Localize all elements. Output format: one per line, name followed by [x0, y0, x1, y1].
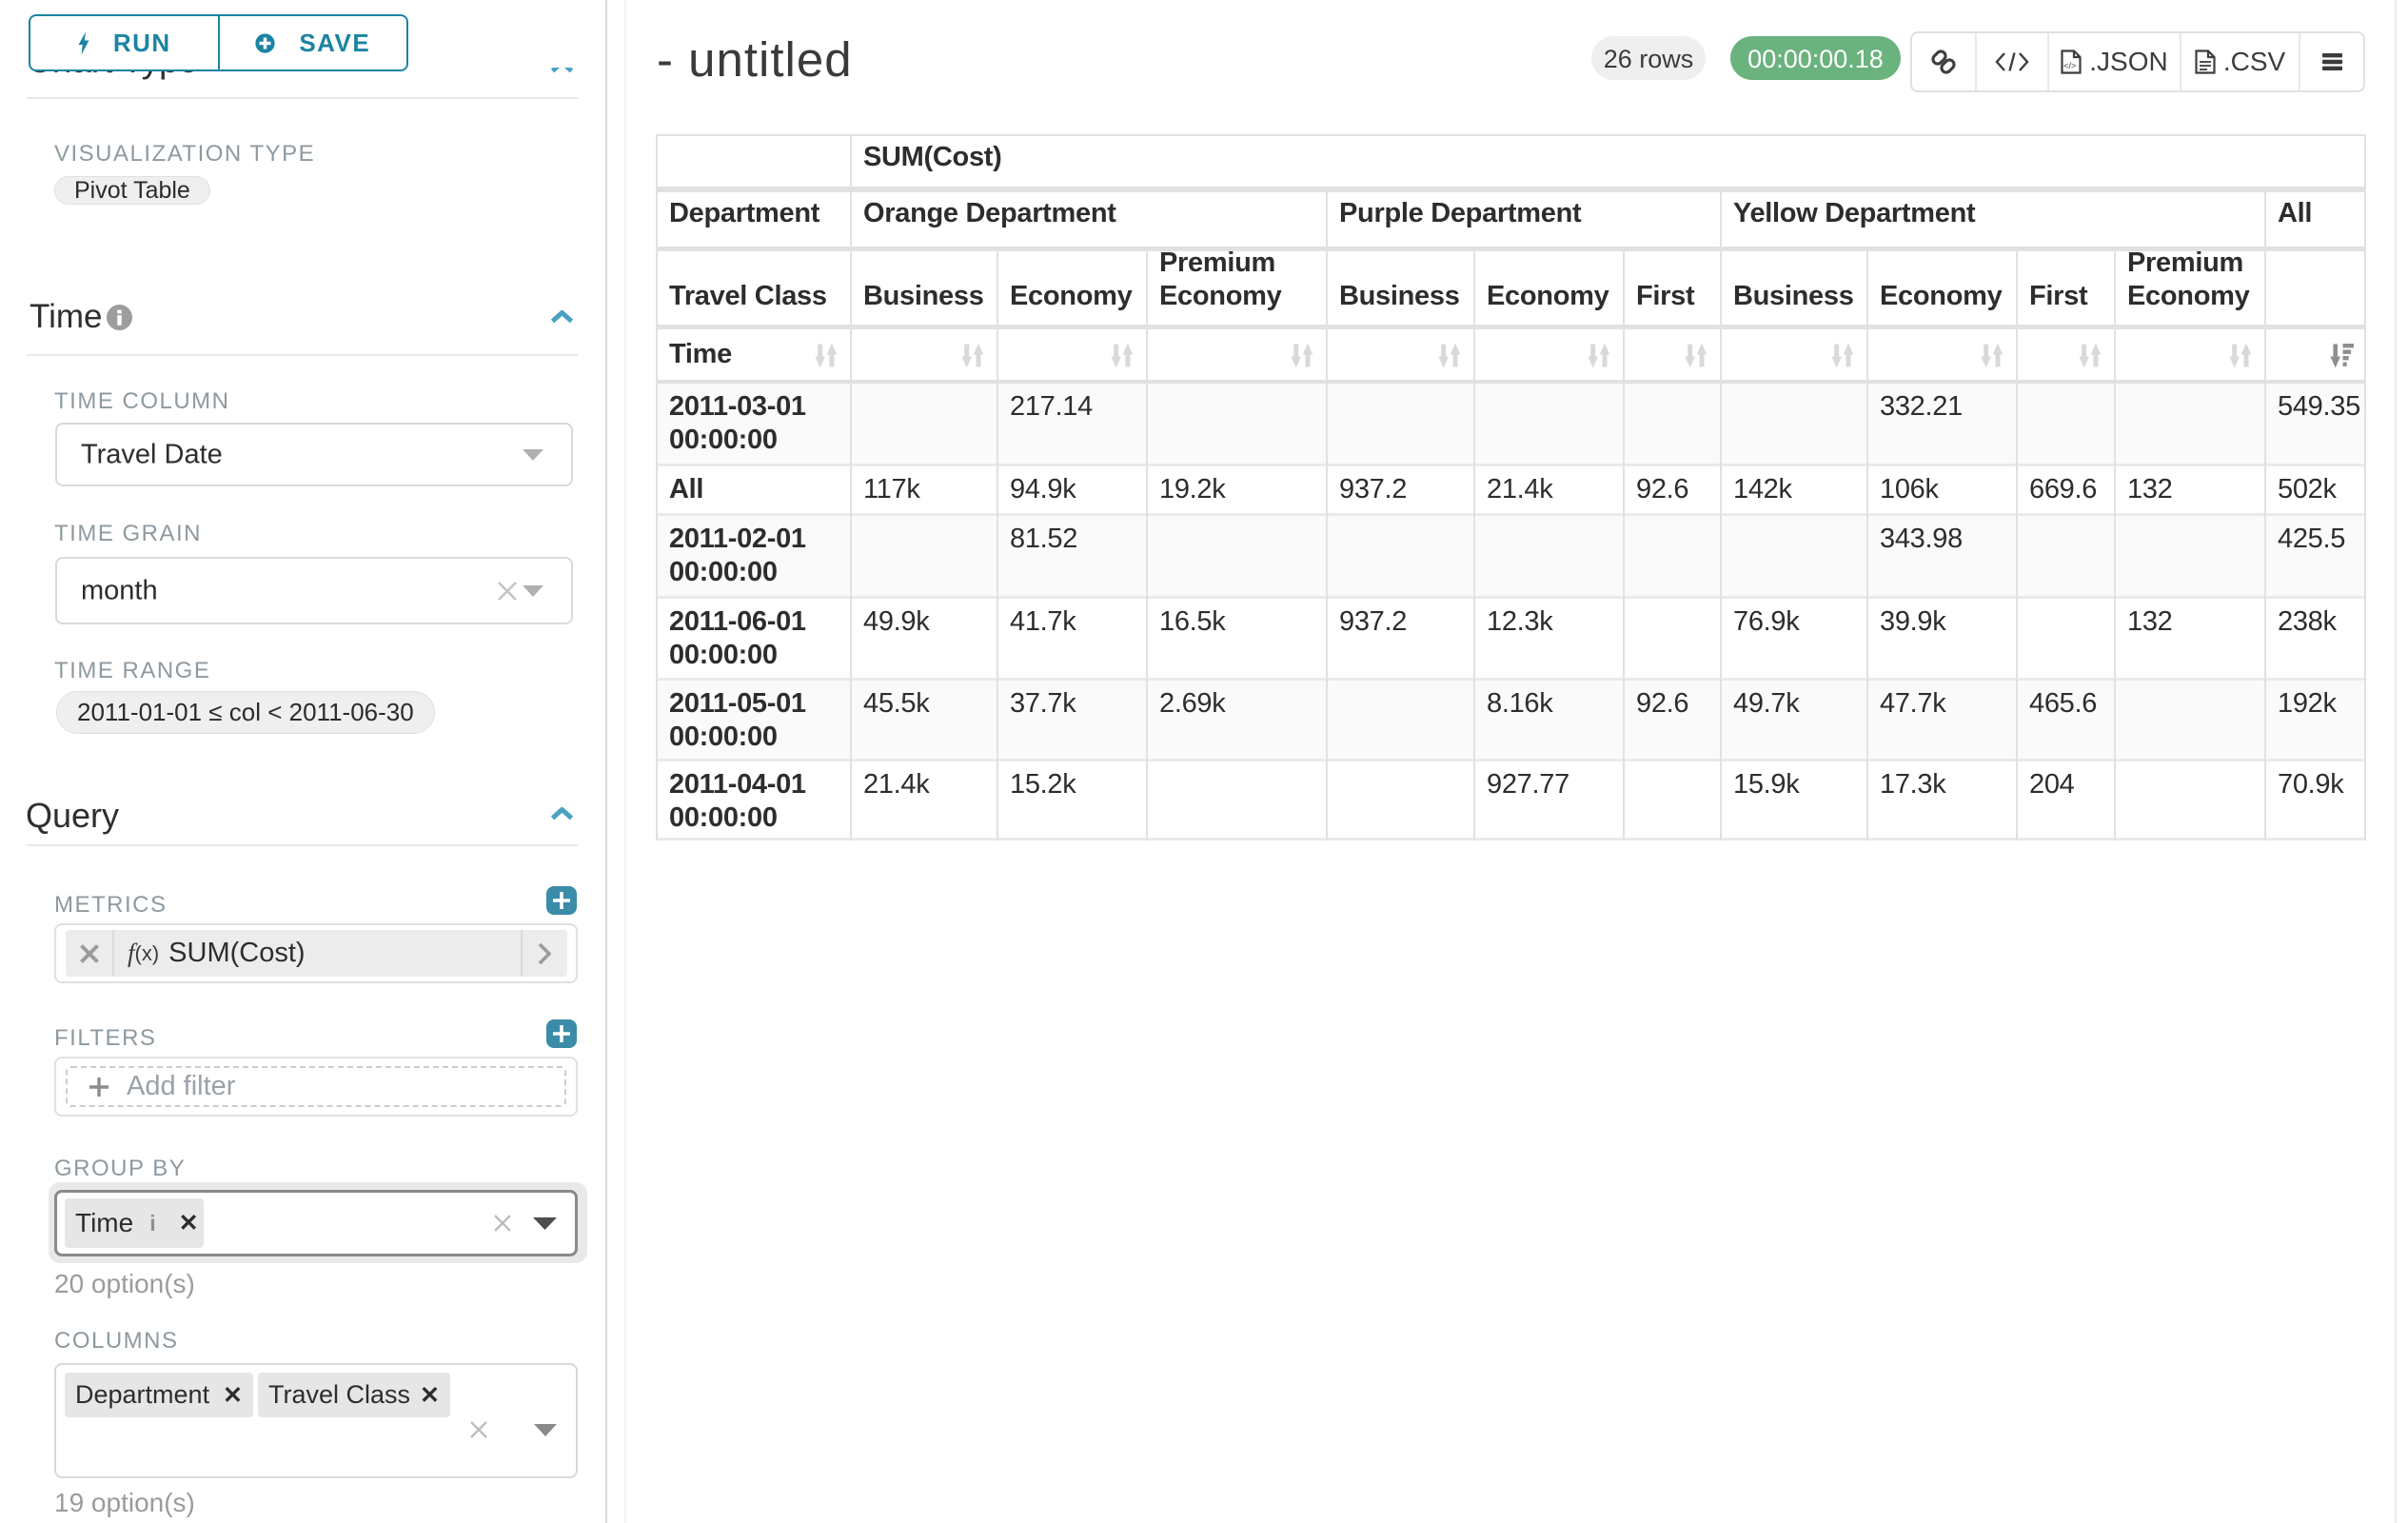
svg-text:</>: </>	[2063, 61, 2076, 70]
